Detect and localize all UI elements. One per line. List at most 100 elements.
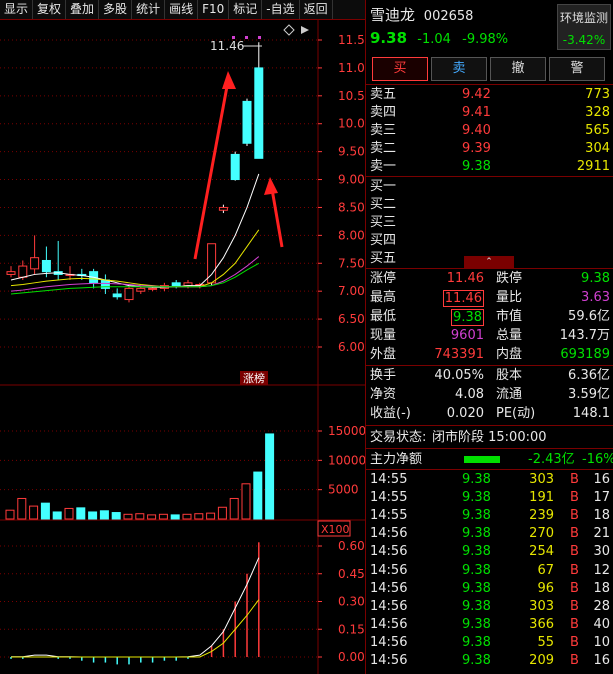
stat-row: 涨停 11.46 跌停 9.38 (370, 270, 612, 288)
fund-value: 148.1 (572, 406, 610, 421)
toolbar-item[interactable]: 标记 (229, 0, 263, 19)
stat-value: 3.63 (581, 290, 610, 305)
tick-volume: 303 (529, 472, 554, 487)
ask-row: 卖一 9.38 2911 (370, 158, 612, 176)
tick-row: 14:56 9.38 254 B 30 (370, 543, 612, 561)
mainflow-value: -2.43亿 (528, 452, 575, 467)
tick-price: 9.38 (462, 634, 491, 650)
tick-side: B (570, 562, 579, 578)
toolbar-item[interactable]: -自选 (262, 0, 300, 19)
macd-axis-label: 0.60 (338, 539, 365, 553)
volume-unit: X100 (321, 523, 350, 536)
toolbar-item[interactable]: 显示 (0, 0, 34, 19)
toolbar-item[interactable]: 画线 (165, 0, 199, 19)
price-axis-label: 9.50 (338, 145, 365, 159)
toolbar-item[interactable]: F10 (198, 0, 230, 19)
candle-body (242, 100, 252, 144)
annotation-arrow (193, 80, 230, 260)
marker-dot (232, 36, 235, 39)
candle-body (6, 271, 16, 275)
tick-side: B (570, 653, 579, 668)
mainflow-pct: -16% (582, 452, 613, 467)
tick-side: B (570, 508, 579, 524)
fund-label: 收益(-) (370, 406, 411, 421)
tick-side: B (570, 472, 579, 487)
tick-price: 9.38 (462, 580, 491, 596)
price-axis-label: 6.00 (338, 340, 365, 354)
price-axis-label: 8.00 (338, 228, 365, 242)
stat-row: 外盘 743391 内盘 693189 (370, 346, 612, 364)
volume-axis-label: 10000 (328, 453, 365, 467)
bid-row: 买二 (370, 196, 612, 214)
volume-bar (158, 513, 168, 520)
sector-monitor[interactable]: 环境监测 -3.42% (557, 4, 611, 50)
stat-label: 内盘 (496, 347, 523, 362)
ask-price: 9.42 (462, 87, 491, 102)
tick-count: 17 (593, 490, 610, 506)
sell-button[interactable]: 卖 (431, 57, 487, 81)
volume-bar (5, 509, 15, 520)
tick-row: 14:56 9.38 366 B 40 (370, 616, 612, 634)
tick-price: 9.38 (462, 490, 491, 506)
bid-label: 买四 (370, 233, 397, 248)
price-axis-label: 9.00 (338, 173, 365, 187)
mainflow-label: 主力净额 (370, 452, 423, 467)
ask-price: 9.40 (462, 123, 491, 138)
ma10-line (10, 229, 260, 288)
stat-label: 涨停 (370, 271, 397, 286)
fund-row: 收益(-) 0.020 PE(动) 148.1 (370, 405, 612, 423)
status-value: 闭市阶段 15:00:00 (432, 430, 547, 445)
fund-row: 净资 4.08 流通 3.59亿 (370, 386, 612, 404)
toolbar-item[interactable]: 返回 (300, 0, 333, 19)
tick-side: B (570, 544, 579, 560)
volume-bar (111, 512, 121, 520)
toolbar-item[interactable]: 叠加 (66, 0, 100, 19)
toolbar-item[interactable]: 多股 (99, 0, 133, 19)
stat-row: 最低 9.38 市值 59.6亿 (370, 308, 612, 326)
volume-bar (241, 483, 251, 520)
ask-label: 卖一 (370, 159, 397, 174)
tick-time: 14:55 (370, 472, 408, 487)
candle-body (218, 206, 228, 211)
tick-volume: 96 (537, 580, 554, 596)
volume-bar (265, 433, 275, 520)
tick-volume: 55 (537, 634, 554, 650)
fund-value: 4.08 (455, 387, 484, 402)
price-axis-label: 10.00 (338, 117, 365, 131)
macd-axis-label: 0.00 (338, 650, 365, 664)
alert-button[interactable]: 警 (549, 57, 605, 81)
toolbar-item[interactable]: 复权 (33, 0, 67, 19)
volume-bar (17, 497, 27, 520)
price-axis-label: 7.50 (338, 256, 365, 270)
fund-label: 股本 (496, 368, 523, 383)
buy-button[interactable]: 买 (372, 57, 428, 81)
expand-button[interactable]: ⌃ (464, 256, 514, 268)
stock-name: 雪迪龙 (370, 6, 416, 24)
fund-label: 净资 (370, 387, 397, 402)
volume-bar (29, 505, 39, 520)
diamond-icon[interactable] (283, 24, 295, 36)
macd-axis-label: 0.30 (338, 595, 365, 609)
tick-row: 14:56 9.38 209 B 16 (370, 652, 612, 670)
tick-count: 12 (593, 562, 610, 578)
ask-label: 卖四 (370, 105, 397, 120)
tick-time: 14:56 (370, 634, 408, 650)
chart-toolbar: 显示 复权 叠加 多股 统计 画线 F10 标记 -自选 返回 (0, 0, 365, 20)
tick-time: 14:56 (370, 653, 408, 668)
price-axis-label: 6.50 (338, 312, 365, 326)
cancel-button[interactable]: 撤 (490, 57, 546, 81)
tick-row: 14:55 9.38 191 B 17 (370, 489, 612, 507)
play-icon[interactable] (301, 26, 309, 34)
limit-tag: 涨榜 (243, 371, 265, 385)
tick-count: 28 (593, 598, 610, 614)
toolbar-item[interactable]: 统计 (132, 0, 166, 19)
tick-time: 14:56 (370, 562, 408, 578)
tick-volume: 209 (529, 653, 554, 668)
tick-time: 14:56 (370, 526, 408, 542)
kline-chart[interactable]: 11.50 11.00 10.50 10.00 9.50 9.00 8.50 8.00 7.50… (0, 19, 365, 674)
fund-value: 3.59亿 (568, 387, 610, 402)
ask-row: 卖二 9.39 304 (370, 140, 612, 158)
tick-side: B (570, 526, 579, 542)
ask-row: 卖五 9.42 773 (370, 86, 612, 104)
tick-count: 18 (593, 508, 610, 524)
